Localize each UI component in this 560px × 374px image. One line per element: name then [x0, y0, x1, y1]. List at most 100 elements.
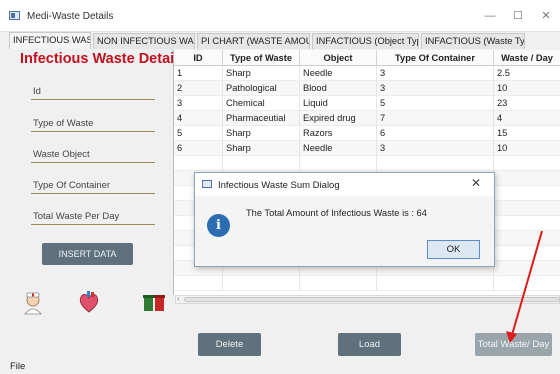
table-cell [494, 216, 560, 231]
table-cell [494, 276, 560, 291]
table-cell: Needle [300, 66, 377, 81]
table-header: ID Type of Waste Object Type Of Containe… [174, 50, 560, 66]
column-header-object[interactable]: Object [300, 50, 377, 66]
dialog-title: Infectious Waste Sum Dialog [218, 180, 340, 191]
table-cell: Needle [300, 141, 377, 156]
dialog-window-icon [202, 180, 212, 188]
id-field[interactable] [31, 99, 155, 100]
table-cell: Razors [300, 126, 377, 141]
table-cell: 6 [377, 126, 494, 141]
table-cell [174, 156, 223, 171]
table-cell: Sharp [223, 141, 300, 156]
table-cell: 2.5 [494, 66, 560, 81]
type-of-container-field[interactable] [31, 193, 155, 194]
tab-infectious-waste[interactable]: INFECTIOUS WASTE [9, 32, 91, 49]
insert-data-button[interactable]: INSERT DATA [42, 243, 133, 265]
table-horizontal-scrollbar[interactable]: ‹ [175, 294, 560, 304]
table-cell [494, 201, 560, 216]
table-cell: 23 [494, 96, 560, 111]
delete-button[interactable]: Delete [198, 333, 261, 356]
file-menu[interactable]: File [10, 361, 25, 372]
table-cell: 15 [494, 126, 560, 141]
table-cell: 1 [174, 66, 223, 81]
table-cell: Liquid [300, 96, 377, 111]
total-waste-field[interactable] [31, 224, 155, 225]
window-title: Medi-Waste Details [27, 11, 114, 22]
table-cell: 5 [174, 126, 223, 141]
column-header-id[interactable]: ID [174, 50, 223, 66]
table-cell: 3 [377, 81, 494, 96]
load-button[interactable]: Load [338, 333, 401, 356]
waste-object-field[interactable] [31, 162, 155, 163]
table-cell [174, 276, 223, 291]
close-button[interactable]: ✕ [532, 6, 560, 26]
minimize-button[interactable]: — [476, 6, 504, 26]
table-cell: 5 [377, 96, 494, 111]
table-cell: Pathological [223, 81, 300, 96]
table-cell: 4 [174, 111, 223, 126]
waste-bins-icon [143, 295, 165, 311]
tab-non-infectious-waste[interactable]: NON INFECTIOUS WASTE [93, 33, 195, 49]
app-window-icon [9, 11, 20, 20]
heart-organ-icon [79, 291, 99, 313]
table-cell: 7 [377, 111, 494, 126]
medical-staff-icon [24, 292, 42, 315]
type-of-waste-field[interactable] [31, 131, 155, 132]
table-cell: Pharmaceutial [223, 111, 300, 126]
column-header-type-of-waste[interactable]: Type of Waste [223, 50, 300, 66]
scroll-left-arrow-icon[interactable]: ‹ [177, 294, 180, 303]
table-cell: 2 [174, 81, 223, 96]
column-header-waste-per-day[interactable]: Waste / Day [494, 50, 560, 66]
table-cell: Sharp [223, 126, 300, 141]
sum-dialog: Infectious Waste Sum Dialog ✕ i The Tota… [194, 172, 495, 267]
table-row[interactable] [174, 276, 560, 291]
table-cell [300, 276, 377, 291]
table-cell [494, 231, 560, 246]
total-waste-per-day-button[interactable]: Total Waste/ Day [475, 333, 552, 356]
table-cell: 10 [494, 141, 560, 156]
table-row[interactable]: 3 Chemical Liquid 5 23 [174, 96, 560, 111]
table-cell: Blood [300, 81, 377, 96]
table-cell: 3 [377, 66, 494, 81]
form-title: Infectious Waste Details [20, 51, 187, 67]
total-waste-label: Total Waste Per Day [33, 211, 120, 222]
table-row[interactable]: 5 Sharp Razors 6 15 [174, 126, 560, 141]
table-row[interactable]: 2 Pathological Blood 3 10 [174, 81, 560, 96]
dialog-close-button[interactable]: ✕ [471, 176, 481, 190]
table-cell: 4 [494, 111, 560, 126]
dialog-message: The Total Amount of Infectious Waste is … [246, 208, 427, 218]
table-cell [300, 156, 377, 171]
maximize-button[interactable]: ☐ [504, 6, 532, 26]
column-header-container[interactable]: Type Of Container [377, 50, 494, 66]
type-of-container-label: Type Of Container [33, 180, 111, 191]
table-row[interactable]: 4 Pharmaceutial Expired drug 7 4 [174, 111, 560, 126]
table-cell [377, 276, 494, 291]
table-cell [494, 171, 560, 186]
table-cell: Expired drug [300, 111, 377, 126]
table-cell [494, 246, 560, 261]
tab-pi-chart[interactable]: PI CHART (WASTE AMOUNT) [197, 33, 310, 49]
window-titlebar: Medi-Waste Details — ☐ ✕ [0, 0, 560, 32]
table-cell: 10 [494, 81, 560, 96]
scrollbar-thumb[interactable] [184, 297, 560, 302]
table-cell: 3 [377, 141, 494, 156]
table-cell [494, 261, 560, 276]
table-cell [494, 186, 560, 201]
type-of-waste-label: Type of Waste [33, 118, 94, 129]
table-cell: 3 [174, 96, 223, 111]
id-label: Id [33, 86, 41, 97]
waste-object-label: Waste Object [33, 149, 90, 160]
table-row[interactable] [174, 156, 560, 171]
table-row[interactable]: 6 Sharp Needle 3 10 [174, 141, 560, 156]
table-cell: Sharp [223, 66, 300, 81]
table-cell [494, 156, 560, 171]
table-cell [223, 156, 300, 171]
table-cell: Chemical [223, 96, 300, 111]
tab-infactious-waste-type[interactable]: INFACTIOUS (Waste Type) [421, 33, 525, 49]
tab-bar: INFECTIOUS WASTE NON INFECTIOUS WASTE PI… [0, 32, 560, 49]
tab-infactious-object-type[interactable]: INFACTIOUS (Object Type) [312, 33, 419, 49]
dialog-ok-button[interactable]: OK [427, 240, 480, 259]
table-cell [223, 276, 300, 291]
info-icon: i [207, 214, 230, 237]
table-row[interactable]: 1 Sharp Needle 3 2.5 [174, 66, 560, 81]
